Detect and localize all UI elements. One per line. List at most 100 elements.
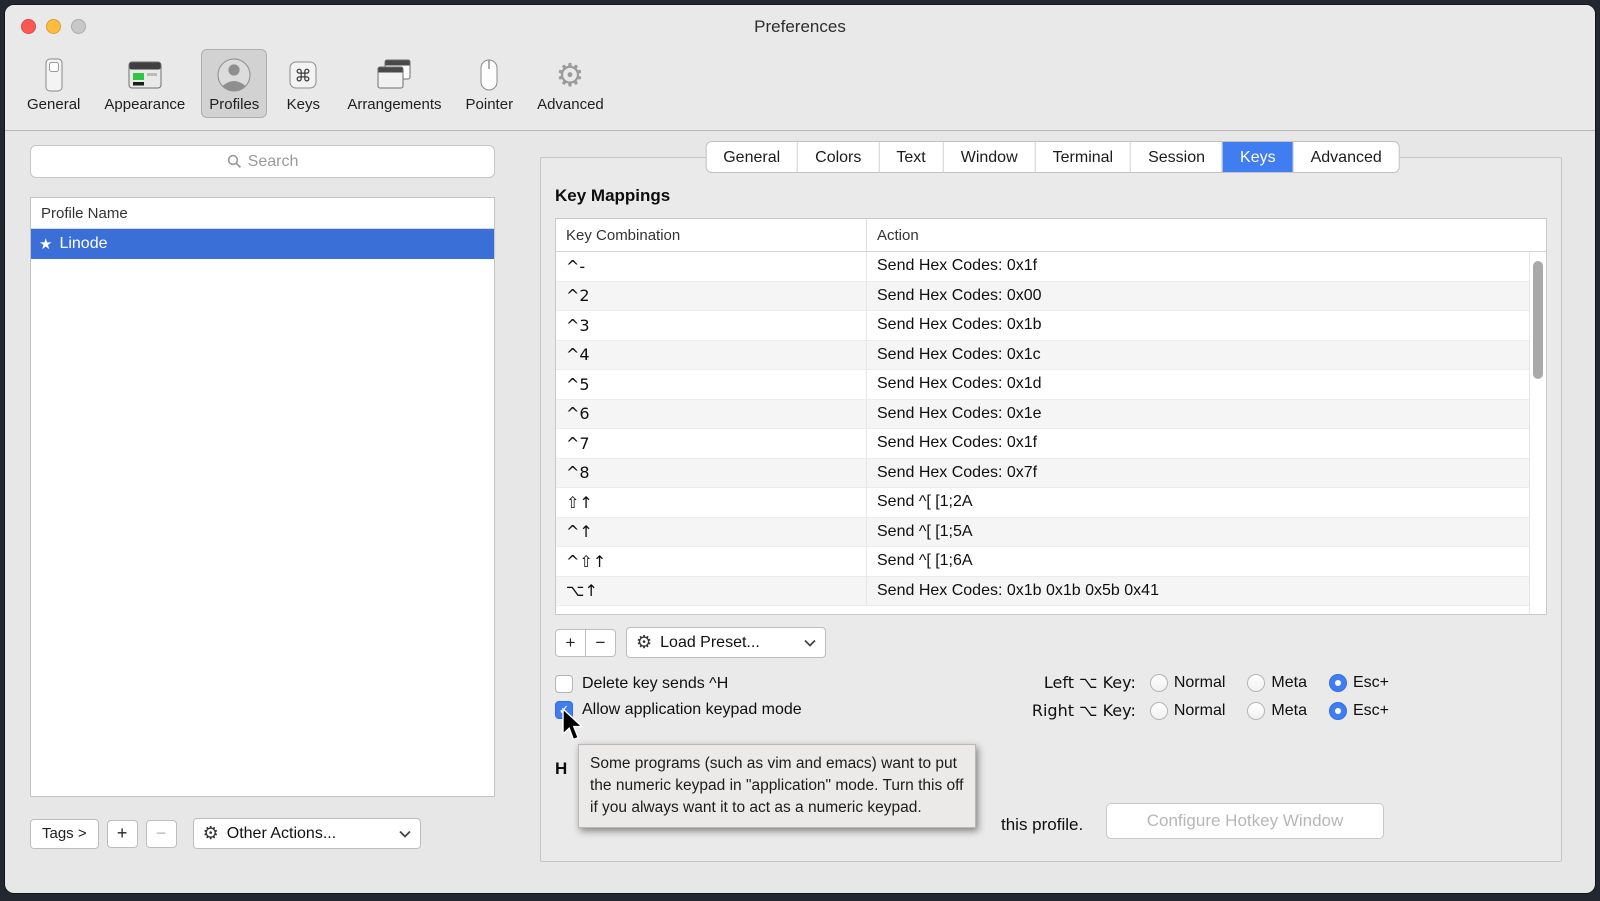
radio-button[interactable] — [1329, 702, 1347, 720]
window-title: Preferences — [5, 5, 1595, 49]
scrollbar-track — [1529, 252, 1530, 614]
key-mapping-row[interactable]: ^-Send Hex Codes: 0x1f — [556, 252, 1529, 282]
search-placeholder: Search — [248, 153, 299, 171]
action-cell: Send ^[ [1;6A — [866, 547, 1529, 576]
toolbar-item-label: Keys — [287, 96, 320, 113]
toolbar-item-arrangements[interactable]: Arrangements — [339, 49, 449, 118]
radio-button[interactable] — [1150, 702, 1168, 720]
table-header: Key Combination Action — [556, 219, 1546, 252]
radio-label: Esc+ — [1353, 702, 1389, 720]
action-cell: Send Hex Codes: 0x1f — [866, 252, 1529, 281]
key-combination-cell: ^4 — [556, 341, 866, 370]
action-cell: Send Hex Codes: 0x1b — [866, 311, 1529, 340]
key-mapping-row[interactable]: ^3Send Hex Codes: 0x1b — [556, 311, 1529, 341]
option-key-label: Right ⌥ Key: — [1018, 701, 1136, 720]
action-cell: Send ^[ [1;5A — [866, 518, 1529, 547]
key-combination-cell: ^- — [556, 252, 866, 281]
toolbar-item-profiles[interactable]: Profiles — [201, 49, 267, 118]
pointer-icon — [469, 55, 509, 95]
key-mappings-heading: Key Mappings — [555, 186, 1547, 208]
option-key-rows: Left ⌥ Key: Normal Meta Esc+ Right ⌥ Key: Nor… — [1018, 673, 1389, 720]
toolbar-item-label: Profiles — [209, 96, 259, 113]
radio-option-meta[interactable]: Meta — [1247, 702, 1307, 720]
add-profile-button[interactable]: + — [107, 820, 138, 848]
window-controls — [21, 19, 86, 34]
toolbar: GeneralAppearanceProfiles⌘KeysArrangemen… — [5, 47, 1595, 131]
radio-button[interactable] — [1329, 674, 1347, 692]
zoom-button[interactable] — [71, 19, 86, 34]
other-actions-dropdown[interactable]: ⚙ Other Actions... — [193, 818, 421, 849]
load-preset-label: Load Preset... — [660, 634, 760, 652]
toolbar-item-label: Appearance — [104, 96, 185, 113]
column-header-key-combination: Key Combination — [556, 227, 866, 244]
key-mapping-row[interactable]: ^2Send Hex Codes: 0x00 — [556, 282, 1529, 312]
key-mapping-row[interactable]: ^⇧↑Send ^[ [1;6A — [556, 547, 1529, 577]
key-mapping-row[interactable]: ^5Send Hex Codes: 0x1d — [556, 370, 1529, 400]
radio-button[interactable] — [1247, 702, 1265, 720]
option-key-row: Left ⌥ Key: Normal Meta Esc+ — [1018, 673, 1389, 692]
radio-option-esc[interactable]: Esc+ — [1329, 674, 1389, 692]
key-mapping-row[interactable]: ⌥↑Send Hex Codes: 0x1b 0x1b 0x5b 0x41 — [556, 577, 1529, 607]
keypad-options-area: Delete key sends ^H✓Allow application ke… — [555, 675, 1547, 737]
toolbar-item-appearance[interactable]: Appearance — [96, 49, 193, 118]
screen: Preferences GeneralAppearanceProfiles⌘Ke… — [0, 0, 1600, 901]
load-preset-dropdown[interactable]: ⚙ Load Preset... — [626, 627, 826, 658]
tags-button[interactable]: Tags > — [30, 819, 99, 849]
profile-list-header: Profile Name — [31, 198, 494, 229]
key-combination-cell: ^⇧↑ — [556, 547, 866, 576]
action-cell: Send Hex Codes: 0x1f — [866, 429, 1529, 458]
arrangements-icon — [374, 55, 414, 95]
scrollbar-thumb[interactable] — [1533, 261, 1543, 379]
key-combination-cell: ^↑ — [556, 518, 866, 547]
minimize-button[interactable] — [46, 19, 61, 34]
tab-window[interactable]: Window — [943, 142, 1035, 172]
action-cell: Send Hex Codes: 0x1e — [866, 400, 1529, 429]
search-input[interactable]: Search — [30, 145, 495, 178]
remove-profile-button[interactable]: − — [146, 820, 177, 848]
tab-general[interactable]: General — [706, 142, 797, 172]
tab-session[interactable]: Session — [1130, 142, 1222, 172]
toolbar-item-general[interactable]: General — [19, 49, 88, 118]
configure-hotkey-window-button[interactable]: Configure Hotkey Window — [1106, 803, 1384, 839]
sidebar-footer: Tags > + − ⚙ Other Actions... — [30, 818, 421, 849]
add-mapping-button[interactable]: + — [555, 629, 586, 657]
key-mapping-row[interactable]: ^4Send Hex Codes: 0x1c — [556, 341, 1529, 371]
keys-icon: ⌘ — [283, 55, 323, 95]
key-mapping-row[interactable]: ^6Send Hex Codes: 0x1e — [556, 400, 1529, 430]
gear-icon: ⚙ — [636, 632, 652, 653]
tab-keys[interactable]: Keys — [1222, 142, 1293, 172]
tab-text[interactable]: Text — [878, 142, 942, 172]
toolbar-item-keys[interactable]: ⌘Keys — [275, 49, 331, 118]
remove-mapping-button[interactable]: − — [585, 629, 616, 657]
other-actions-label: Other Actions... — [227, 825, 336, 843]
key-combination-cell: ^3 — [556, 311, 866, 340]
radio-button[interactable] — [1150, 674, 1168, 692]
radio-option-esc[interactable]: Esc+ — [1329, 702, 1389, 720]
action-cell: Send Hex Codes: 0x1d — [866, 370, 1529, 399]
tab-advanced[interactable]: Advanced — [1293, 142, 1399, 172]
toolbar-item-pointer[interactable]: Pointer — [458, 49, 522, 118]
toolbar-item-advanced[interactable]: ⚙Advanced — [529, 49, 612, 118]
option-key-label: Left ⌥ Key: — [1018, 673, 1136, 692]
radio-option-normal[interactable]: Normal — [1150, 702, 1226, 720]
close-button[interactable] — [21, 19, 36, 34]
radio-option-normal[interactable]: Normal — [1150, 674, 1226, 692]
profile-list-item[interactable]: ★ Linode — [31, 229, 494, 259]
key-mapping-row[interactable]: ^↑Send ^[ [1;5A — [556, 518, 1529, 548]
unchecked-checkbox[interactable] — [555, 675, 573, 693]
tab-colors[interactable]: Colors — [797, 142, 878, 172]
hotkey-profile-text-partial: this profile. — [1001, 815, 1083, 835]
key-mapping-row[interactable]: ^7Send Hex Codes: 0x1f — [556, 429, 1529, 459]
titlebar: Preferences — [5, 5, 1595, 47]
tab-terminal[interactable]: Terminal — [1035, 142, 1130, 172]
radio-label: Normal — [1174, 702, 1226, 720]
gear-icon: ⚙ — [203, 823, 219, 844]
key-combination-cell: ^7 — [556, 429, 866, 458]
key-mapping-row[interactable]: ⇧↑Send ^[ [1;2A — [556, 488, 1529, 518]
radio-option-meta[interactable]: Meta — [1247, 674, 1307, 692]
profiles-sidebar: Search Profile Name ★ Linode Tags > + − ⚙… — [5, 131, 510, 893]
radio-button[interactable] — [1247, 674, 1265, 692]
profile-name: Linode — [59, 235, 107, 253]
key-mapping-row[interactable]: ^8Send Hex Codes: 0x7f — [556, 459, 1529, 489]
star-icon: ★ — [39, 235, 52, 253]
